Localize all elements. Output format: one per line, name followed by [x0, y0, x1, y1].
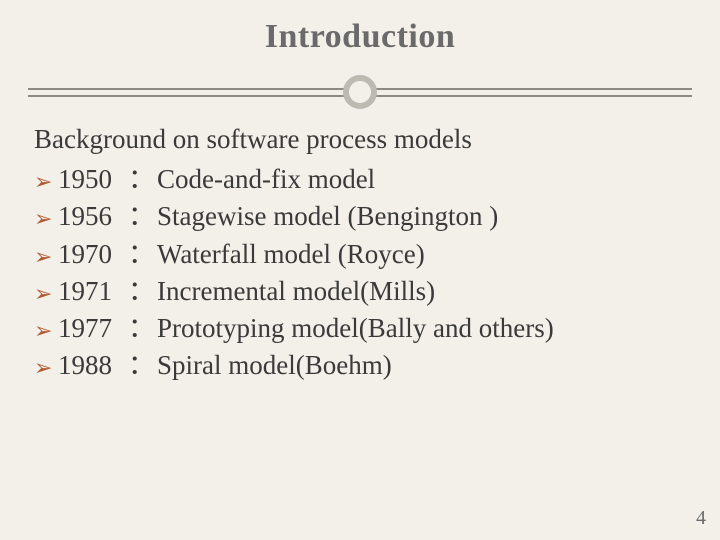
bullet-arrow-icon: ➢: [34, 316, 58, 346]
item-separator: ：: [122, 161, 157, 198]
item-desc: Stagewise model (Bengington ): [157, 198, 498, 235]
slide: Introduction Background on software proc…: [0, 0, 720, 540]
title-divider: [0, 74, 720, 114]
item-separator: ：: [122, 310, 157, 347]
item-year: 1950: [58, 161, 122, 198]
content-area: Background on software process models ➢ …: [0, 124, 720, 385]
list-item: ➢ 1950 ： Code-and-fix model: [34, 161, 690, 198]
item-separator: ：: [122, 273, 157, 310]
subheading: Background on software process models: [34, 124, 690, 155]
item-year: 1988: [58, 347, 122, 384]
divider-ring-icon: [343, 75, 377, 109]
item-separator: ：: [122, 198, 157, 235]
item-year: 1970: [58, 236, 122, 273]
title-wrap: Introduction: [0, 0, 720, 56]
list-item: ➢ 1956 ： Stagewise model (Bengington ): [34, 198, 690, 235]
bullet-arrow-icon: ➢: [34, 204, 58, 234]
bullet-arrow-icon: ➢: [34, 242, 58, 272]
bullet-list: ➢ 1950 ： Code-and-fix model ➢ 1956 ： Sta…: [34, 161, 690, 385]
item-year: 1956: [58, 198, 122, 235]
item-desc: Prototyping model(Bally and others): [157, 310, 554, 347]
list-item: ➢ 1970 ： Waterfall model (Royce): [34, 236, 690, 273]
item-year: 1971: [58, 273, 122, 310]
bullet-arrow-icon: ➢: [34, 167, 58, 197]
list-item: ➢ 1971 ： Incremental model(Mills): [34, 273, 690, 310]
list-item: ➢ 1988 ： Spiral model(Boehm): [34, 347, 690, 384]
item-desc: Spiral model(Boehm): [157, 347, 392, 384]
item-separator: ：: [122, 236, 157, 273]
list-item: ➢ 1977 ： Prototyping model(Bally and oth…: [34, 310, 690, 347]
page-number: 4: [696, 507, 706, 530]
item-desc: Incremental model(Mills): [157, 273, 435, 310]
bullet-arrow-icon: ➢: [34, 279, 58, 309]
page-title: Introduction: [0, 18, 720, 56]
item-year: 1977: [58, 310, 122, 347]
item-separator: ：: [122, 347, 157, 384]
bullet-arrow-icon: ➢: [34, 353, 58, 383]
item-desc: Waterfall model (Royce): [157, 236, 425, 273]
item-desc: Code-and-fix model: [157, 161, 375, 198]
